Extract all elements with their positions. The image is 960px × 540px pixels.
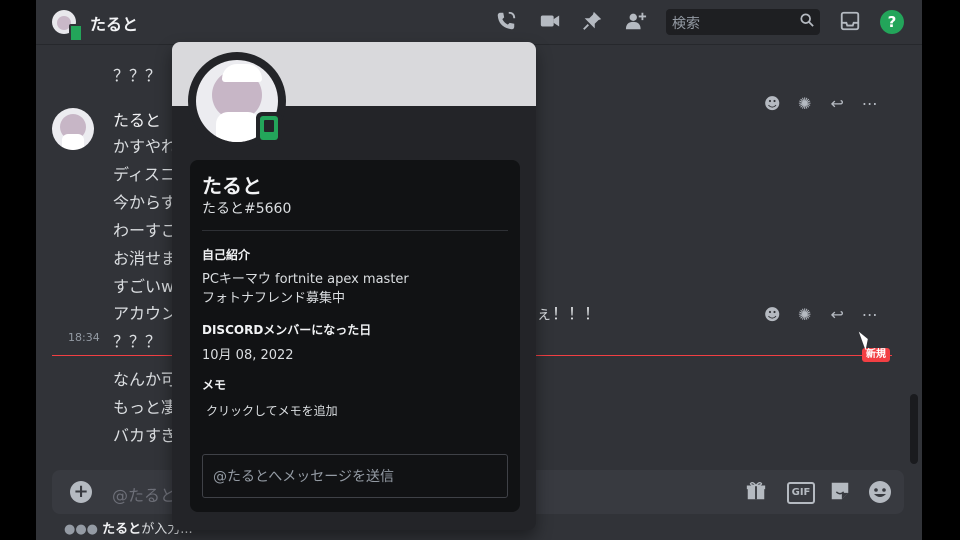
super-reaction-icon[interactable]: ✺	[791, 94, 819, 113]
message-line: ？？？	[113, 332, 162, 351]
message-actions: ☻ ✺ ↩ ⋯	[756, 300, 886, 328]
add-member-icon[interactable]	[624, 10, 648, 34]
reply-icon[interactable]: ↩	[823, 94, 851, 113]
member-since-heading: DISCORDメンバーになった日	[202, 323, 372, 337]
add-reaction-icon[interactable]: ☻	[758, 305, 786, 324]
note-heading: メモ	[202, 378, 227, 392]
about-me-line: フォトナフレンド募集中	[202, 291, 346, 306]
about-me-line: PCキーマウ fortnite apex master	[202, 272, 409, 287]
emoji-icon[interactable]	[868, 480, 892, 504]
dm-placeholder: @たるとへメッセージを送信	[213, 469, 395, 485]
reply-icon[interactable]: ↩	[823, 305, 851, 324]
typing-user: たると	[102, 522, 142, 537]
mobile-status-icon	[69, 24, 83, 42]
gif-icon[interactable]: GIF	[787, 482, 815, 504]
message-line: もっと凄	[113, 398, 178, 417]
search-input[interactable]: 検索	[666, 9, 820, 35]
mouse-cursor	[858, 329, 872, 351]
message-author[interactable]: たると	[113, 107, 161, 131]
message-timestamp: 18:34	[68, 331, 100, 344]
mobile-status-icon	[256, 112, 282, 144]
channel-title: たると	[90, 15, 139, 34]
message-line: ディスコ	[113, 165, 176, 184]
message-line: ？？？	[113, 66, 162, 85]
more-icon[interactable]: ⋯	[856, 305, 884, 324]
search-placeholder: 検索	[672, 16, 700, 32]
typing-dots-icon: ●●●	[64, 522, 103, 537]
discord-dm-window: たると 検索 ? ？？？ ☻ ✺ ↩ ⋯ たると かすやれ ディスコ 今からす	[36, 0, 922, 540]
scrollbar-thumb[interactable]	[910, 394, 918, 464]
inbox-icon[interactable]	[838, 10, 862, 34]
message-line: 今からす	[113, 193, 177, 212]
pin-icon[interactable]	[580, 10, 604, 34]
profile-body: たると たると#5660 自己紹介 PCキーマウ fortnite apex m…	[190, 160, 520, 512]
message-line: なんか可	[113, 370, 178, 389]
composer-placeholder: @たると	[112, 486, 177, 505]
help-icon[interactable]: ?	[880, 10, 904, 34]
member-since-date: 10月 08, 2022	[202, 348, 294, 363]
user-profile-popout: たると たると#5660 自己紹介 PCキーマウ fortnite apex m…	[172, 42, 536, 530]
message-line-tail: ぇ！！！	[536, 304, 601, 323]
author-avatar[interactable]	[52, 108, 94, 150]
search-icon	[800, 13, 814, 27]
note-input[interactable]: クリックしてメモを追加	[206, 402, 338, 419]
add-attachment-icon[interactable]: +	[70, 481, 92, 503]
gift-icon[interactable]	[744, 480, 768, 504]
message-line: かすやれ	[113, 137, 178, 156]
message-actions: ☻ ✺ ↩ ⋯	[756, 89, 886, 117]
dm-message-input[interactable]: @たるとへメッセージを送信	[202, 454, 508, 498]
sticker-icon[interactable]	[828, 480, 852, 504]
video-icon[interactable]	[538, 10, 562, 34]
message-line: お消せま	[113, 249, 178, 268]
super-reaction-icon[interactable]: ✺	[791, 305, 819, 324]
channel-header: たると 検索 ?	[36, 0, 922, 45]
message-line: すごいw	[113, 277, 175, 296]
profile-divider	[202, 230, 508, 231]
more-icon[interactable]: ⋯	[856, 94, 884, 113]
message-line: わーすご	[113, 221, 178, 240]
add-reaction-icon[interactable]: ☻	[758, 94, 786, 113]
profile-display-name: たると	[202, 174, 262, 198]
profile-username-tag[interactable]: たると#5660	[202, 198, 291, 218]
phone-call-icon[interactable]	[494, 10, 518, 34]
about-me-heading: 自己紹介	[202, 248, 251, 262]
message-line: アカウン	[113, 304, 178, 323]
message-line: バカすぎ	[113, 426, 178, 445]
